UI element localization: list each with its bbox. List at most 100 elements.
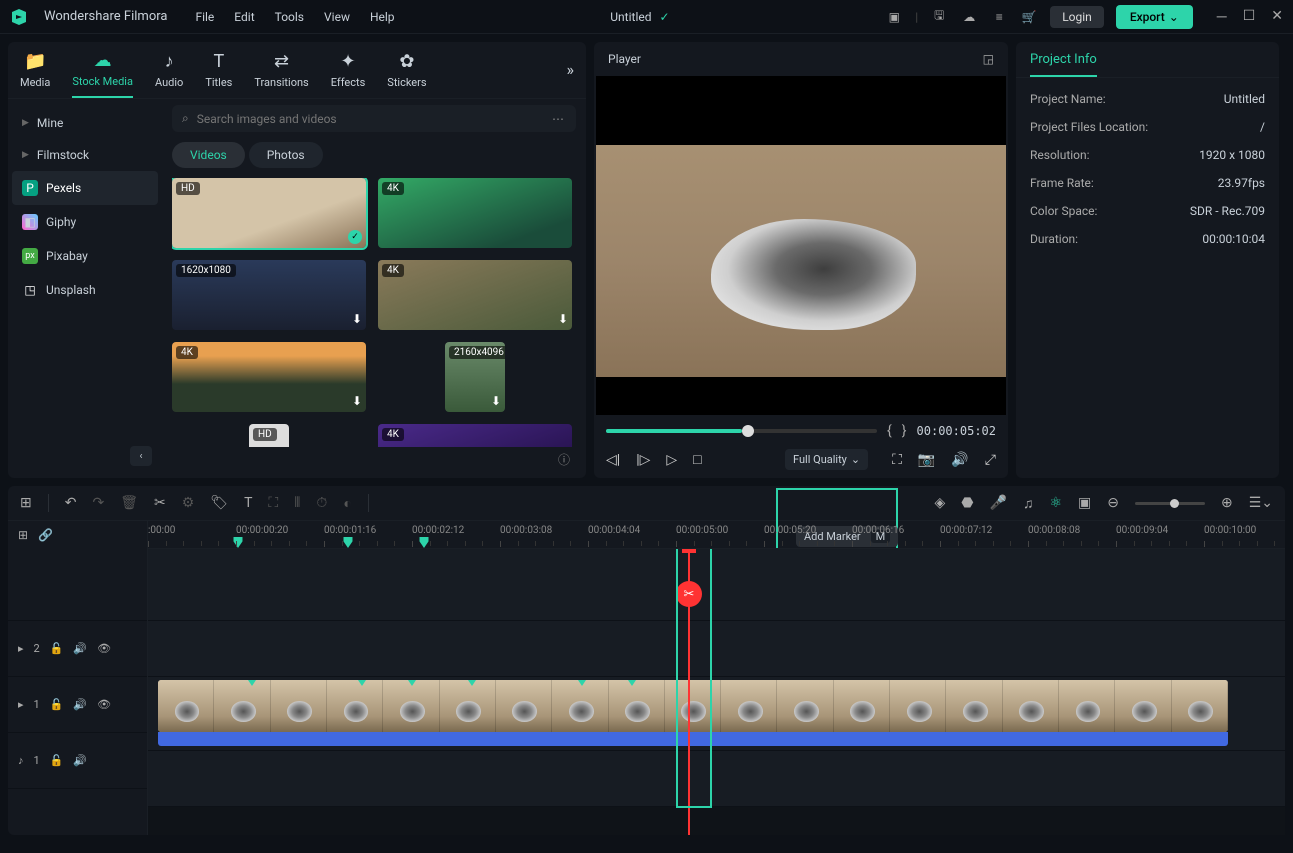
marker-button[interactable]: ⬣ — [961, 495, 973, 511]
download-icon[interactable]: ⬇ — [352, 312, 362, 326]
info-tab[interactable]: Project Info — [1030, 52, 1097, 77]
mixer-icon[interactable]: ⚛ — [1049, 495, 1062, 511]
search-input[interactable] — [197, 112, 544, 126]
menu-file[interactable]: File — [195, 10, 214, 24]
source-giphy[interactable]: ◧Giphy — [12, 205, 158, 239]
mute-icon[interactable]: 🔊 — [73, 642, 87, 655]
lock-icon[interactable]: 🔓 — [50, 698, 64, 711]
track-lane-v2[interactable] — [148, 621, 1285, 677]
tab-titles[interactable]: TTitles — [205, 51, 232, 97]
mute-icon[interactable]: 🔊 — [73, 698, 87, 711]
menu-edit[interactable]: Edit — [234, 10, 254, 24]
eq-icon[interactable]: ⦀ — [294, 495, 300, 511]
source-unsplash[interactable]: ◳Unsplash — [12, 273, 158, 307]
grid-icon[interactable]: ⊞ — [20, 495, 32, 511]
edit-icon[interactable]: ⚙ — [182, 495, 195, 511]
thumbnail[interactable]: 2160x4096⬇ — [445, 342, 505, 412]
player-viewport[interactable] — [596, 76, 1006, 415]
thumbnail[interactable]: 4K — [378, 178, 572, 248]
add-track-icon[interactable]: ⊞ — [18, 528, 28, 542]
mute-icon[interactable]: 🔊 — [73, 754, 87, 767]
search-more-icon[interactable]: ⋯ — [552, 112, 566, 126]
tag-icon[interactable]: 🏷 — [210, 495, 228, 511]
track-lane-v1[interactable]: ▶unnamed — [148, 677, 1285, 751]
stop-button[interactable]: □ — [693, 451, 701, 468]
export-button[interactable]: Export⌄ — [1116, 5, 1193, 29]
source-filmstock[interactable]: ▶Filmstock — [12, 139, 158, 171]
marker-pin[interactable] — [234, 537, 243, 548]
mark-in-button[interactable]: { — [887, 423, 892, 439]
track-header-v2[interactable]: ▸2 🔓 🔊 👁 — [8, 621, 147, 677]
menu-tools[interactable]: Tools — [275, 10, 304, 24]
snapshot-icon[interactable]: ◲ — [983, 52, 994, 66]
lock-icon[interactable]: 🔓 — [50, 754, 64, 767]
prev-frame-button[interactable]: ◁| — [606, 452, 620, 468]
track-lane[interactable] — [148, 549, 1285, 621]
time-ruler[interactable]: :00:0000:00:00:2000:00:01:1600:00:02:120… — [148, 521, 1285, 549]
view-options-icon[interactable]: ☰⌄ — [1249, 495, 1273, 511]
tab-stickers[interactable]: ✿Stickers — [387, 51, 426, 97]
play-button[interactable]: ▷ — [666, 452, 677, 468]
save-icon[interactable]: 🖫 — [930, 8, 948, 26]
video-clip[interactable]: ▶unnamed — [158, 680, 1228, 732]
tracks-content[interactable]: ▶unnamed ✂ — [148, 549, 1285, 835]
collapse-sidebar-button[interactable]: ‹ — [130, 446, 152, 466]
seek-track[interactable] — [606, 429, 877, 433]
thumbnail[interactable]: HD✓ — [172, 178, 366, 248]
scissors-icon[interactable]: ✂ — [676, 581, 702, 607]
color-icon[interactable]: ◐ — [343, 495, 351, 512]
next-frame-button[interactable]: |▷ — [636, 452, 650, 468]
audio-strip[interactable] — [158, 732, 1228, 746]
marker-pin[interactable] — [420, 537, 429, 548]
thumbnail[interactable]: 1620x1080⬇ — [172, 260, 366, 330]
zoom-slider[interactable] — [1135, 502, 1205, 505]
tab-effects[interactable]: ✦Effects — [331, 51, 366, 97]
cart-icon[interactable]: 🛒 — [1020, 8, 1038, 26]
split-button[interactable]: ✂ — [154, 495, 166, 511]
source-pixabay[interactable]: pxPixabay — [12, 239, 158, 273]
zoom-out-button[interactable]: ⊖ — [1107, 495, 1119, 511]
download-icon[interactable]: ⬇ — [558, 312, 568, 326]
speed-icon[interactable]: ⏱ — [316, 495, 327, 511]
quality-dropdown[interactable]: Full Quality⌄ — [785, 449, 868, 470]
close-icon[interactable]: ✕ — [1271, 8, 1283, 25]
minimize-icon[interactable]: ─ — [1217, 8, 1227, 25]
source-pexels[interactable]: PPexels — [12, 171, 158, 205]
eye-icon[interactable]: 👁 — [97, 642, 111, 655]
thumbnail[interactable]: 4K⬇ — [378, 260, 572, 330]
text-tool-icon[interactable]: T — [244, 495, 252, 511]
tab-transitions[interactable]: ⇄Transitions — [254, 51, 308, 97]
track-header-v1[interactable]: ▸1 🔓 🔊 👁 — [8, 677, 147, 733]
maximize-icon[interactable]: ☐ — [1243, 8, 1256, 25]
menu-view[interactable]: View — [324, 10, 350, 24]
eye-icon[interactable]: 👁 — [97, 698, 111, 711]
mic-icon[interactable]: 🎤 — [990, 495, 1007, 511]
tab-media[interactable]: 📁Media — [20, 51, 50, 97]
expand-tabs-icon[interactable]: » — [567, 60, 575, 89]
zoom-in-button[interactable]: ⊕ — [1221, 495, 1233, 511]
cloud-icon[interactable]: ☁ — [960, 8, 978, 26]
thumbnail[interactable]: HD — [249, 424, 289, 447]
marker-pin[interactable] — [344, 537, 353, 548]
lock-icon[interactable]: 🔓 — [50, 642, 64, 655]
info-icon[interactable]: ⓘ — [558, 451, 570, 468]
link-icon[interactable]: 🔗 — [38, 528, 53, 542]
pill-photos[interactable]: Photos — [249, 142, 323, 168]
fullscreen-icon[interactable]: ⤢ — [985, 452, 996, 468]
download-icon[interactable]: ⬇ — [352, 394, 362, 408]
tab-stock-media[interactable]: ☁Stock Media — [72, 50, 133, 98]
keyframe-icon[interactable]: ◈ — [935, 495, 946, 511]
list-icon[interactable]: ≡ — [990, 8, 1008, 26]
download-icon[interactable]: ⬇ — [491, 394, 501, 408]
seek-thumb[interactable] — [742, 425, 754, 437]
thumbnail[interactable]: 4K — [378, 424, 572, 447]
track-lane-a1[interactable] — [148, 751, 1285, 807]
login-button[interactable]: Login — [1050, 6, 1104, 28]
redo-button[interactable]: ↷ — [92, 495, 104, 511]
pill-videos[interactable]: Videos — [172, 142, 245, 168]
thumbnail[interactable]: 4K⬇ — [172, 342, 366, 412]
volume-icon[interactable]: 🔊 — [951, 452, 968, 468]
menu-help[interactable]: Help — [370, 10, 395, 24]
tab-audio[interactable]: ♪Audio — [155, 51, 183, 97]
delete-button[interactable]: 🗑 — [120, 495, 138, 511]
